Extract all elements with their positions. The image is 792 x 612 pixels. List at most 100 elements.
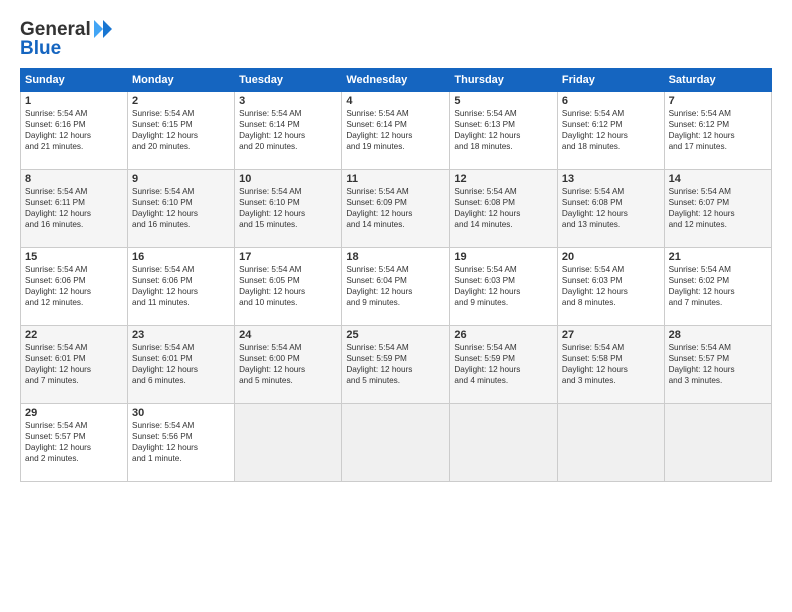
day-number: 7	[669, 95, 767, 107]
cell-details: Sunrise: 5:54 AMSunset: 6:02 PMDaylight:…	[669, 264, 767, 308]
calendar-cell: 9Sunrise: 5:54 AMSunset: 6:10 PMDaylight…	[128, 170, 235, 248]
day-number: 14	[669, 173, 767, 185]
calendar-cell: 20Sunrise: 5:54 AMSunset: 6:03 PMDayligh…	[557, 248, 664, 326]
cell-details: Sunrise: 5:54 AMSunset: 6:06 PMDaylight:…	[25, 264, 123, 308]
day-number: 5	[454, 95, 553, 107]
day-number: 20	[562, 251, 660, 263]
calendar-cell: 21Sunrise: 5:54 AMSunset: 6:02 PMDayligh…	[664, 248, 771, 326]
cell-details: Sunrise: 5:54 AMSunset: 5:57 PMDaylight:…	[25, 420, 123, 464]
cell-details: Sunrise: 5:54 AMSunset: 6:14 PMDaylight:…	[346, 108, 445, 152]
cell-details: Sunrise: 5:54 AMSunset: 6:01 PMDaylight:…	[132, 342, 230, 386]
cell-details: Sunrise: 5:54 AMSunset: 6:14 PMDaylight:…	[239, 108, 337, 152]
calendar-cell: 6Sunrise: 5:54 AMSunset: 6:12 PMDaylight…	[557, 92, 664, 170]
cell-details: Sunrise: 5:54 AMSunset: 5:56 PMDaylight:…	[132, 420, 230, 464]
calendar-week-row: 22Sunrise: 5:54 AMSunset: 6:01 PMDayligh…	[21, 326, 772, 404]
cell-details: Sunrise: 5:54 AMSunset: 6:10 PMDaylight:…	[239, 186, 337, 230]
cell-details: Sunrise: 5:54 AMSunset: 6:12 PMDaylight:…	[669, 108, 767, 152]
calendar-cell: 19Sunrise: 5:54 AMSunset: 6:03 PMDayligh…	[450, 248, 558, 326]
calendar-week-row: 1Sunrise: 5:54 AMSunset: 6:16 PMDaylight…	[21, 92, 772, 170]
cell-details: Sunrise: 5:54 AMSunset: 6:13 PMDaylight:…	[454, 108, 553, 152]
day-number: 11	[346, 173, 445, 185]
calendar-cell: 18Sunrise: 5:54 AMSunset: 6:04 PMDayligh…	[342, 248, 450, 326]
weekday-header: Monday	[128, 69, 235, 92]
day-number: 21	[669, 251, 767, 263]
day-number: 13	[562, 173, 660, 185]
day-number: 4	[346, 95, 445, 107]
calendar-cell: 12Sunrise: 5:54 AMSunset: 6:08 PMDayligh…	[450, 170, 558, 248]
header: General Blue	[20, 18, 772, 60]
calendar-cell: 4Sunrise: 5:54 AMSunset: 6:14 PMDaylight…	[342, 92, 450, 170]
weekday-header: Thursday	[450, 69, 558, 92]
calendar-week-row: 8Sunrise: 5:54 AMSunset: 6:11 PMDaylight…	[21, 170, 772, 248]
calendar-cell: 11Sunrise: 5:54 AMSunset: 6:09 PMDayligh…	[342, 170, 450, 248]
day-number: 24	[239, 329, 337, 341]
day-number: 3	[239, 95, 337, 107]
cell-details: Sunrise: 5:54 AMSunset: 5:59 PMDaylight:…	[454, 342, 553, 386]
cell-details: Sunrise: 5:54 AMSunset: 6:08 PMDaylight:…	[454, 186, 553, 230]
weekday-header: Wednesday	[342, 69, 450, 92]
day-number: 29	[25, 407, 123, 419]
day-number: 6	[562, 95, 660, 107]
cell-details: Sunrise: 5:54 AMSunset: 6:03 PMDaylight:…	[454, 264, 553, 308]
calendar-cell: 22Sunrise: 5:54 AMSunset: 6:01 PMDayligh…	[21, 326, 128, 404]
calendar-cell: 25Sunrise: 5:54 AMSunset: 5:59 PMDayligh…	[342, 326, 450, 404]
day-number: 25	[346, 329, 445, 341]
day-number: 26	[454, 329, 553, 341]
calendar-cell: 7Sunrise: 5:54 AMSunset: 6:12 PMDaylight…	[664, 92, 771, 170]
weekday-header: Tuesday	[235, 69, 342, 92]
logo: General Blue	[20, 18, 114, 60]
calendar-body: 1Sunrise: 5:54 AMSunset: 6:16 PMDaylight…	[21, 92, 772, 482]
day-number: 15	[25, 251, 123, 263]
weekday-header-row: SundayMondayTuesdayWednesdayThursdayFrid…	[21, 69, 772, 92]
day-number: 8	[25, 173, 123, 185]
cell-details: Sunrise: 5:54 AMSunset: 6:06 PMDaylight:…	[132, 264, 230, 308]
cell-details: Sunrise: 5:54 AMSunset: 6:05 PMDaylight:…	[239, 264, 337, 308]
day-number: 19	[454, 251, 553, 263]
logo-icon	[92, 18, 114, 40]
day-number: 9	[132, 173, 230, 185]
calendar-cell: 16Sunrise: 5:54 AMSunset: 6:06 PMDayligh…	[128, 248, 235, 326]
cell-details: Sunrise: 5:54 AMSunset: 6:04 PMDaylight:…	[346, 264, 445, 308]
weekday-header: Saturday	[664, 69, 771, 92]
calendar-cell: 13Sunrise: 5:54 AMSunset: 6:08 PMDayligh…	[557, 170, 664, 248]
day-number: 28	[669, 329, 767, 341]
calendar-cell: 10Sunrise: 5:54 AMSunset: 6:10 PMDayligh…	[235, 170, 342, 248]
day-number: 16	[132, 251, 230, 263]
cell-details: Sunrise: 5:54 AMSunset: 5:59 PMDaylight:…	[346, 342, 445, 386]
calendar-cell: 1Sunrise: 5:54 AMSunset: 6:16 PMDaylight…	[21, 92, 128, 170]
cell-details: Sunrise: 5:54 AMSunset: 6:09 PMDaylight:…	[346, 186, 445, 230]
day-number: 23	[132, 329, 230, 341]
cell-details: Sunrise: 5:54 AMSunset: 6:16 PMDaylight:…	[25, 108, 123, 152]
calendar-cell: 26Sunrise: 5:54 AMSunset: 5:59 PMDayligh…	[450, 326, 558, 404]
cell-details: Sunrise: 5:54 AMSunset: 6:08 PMDaylight:…	[562, 186, 660, 230]
calendar-cell: 8Sunrise: 5:54 AMSunset: 6:11 PMDaylight…	[21, 170, 128, 248]
logo-blue: Blue	[20, 38, 61, 60]
calendar-cell: 28Sunrise: 5:54 AMSunset: 5:57 PMDayligh…	[664, 326, 771, 404]
cell-details: Sunrise: 5:54 AMSunset: 6:15 PMDaylight:…	[132, 108, 230, 152]
calendar-cell: 2Sunrise: 5:54 AMSunset: 6:15 PMDaylight…	[128, 92, 235, 170]
cell-details: Sunrise: 5:54 AMSunset: 5:57 PMDaylight:…	[669, 342, 767, 386]
page: General Blue SundayMondayTuesdayWednesda…	[0, 0, 792, 612]
calendar-cell	[342, 404, 450, 482]
day-number: 2	[132, 95, 230, 107]
calendar-cell: 5Sunrise: 5:54 AMSunset: 6:13 PMDaylight…	[450, 92, 558, 170]
calendar-cell	[235, 404, 342, 482]
day-number: 1	[25, 95, 123, 107]
day-number: 27	[562, 329, 660, 341]
calendar-cell: 14Sunrise: 5:54 AMSunset: 6:07 PMDayligh…	[664, 170, 771, 248]
calendar-cell: 23Sunrise: 5:54 AMSunset: 6:01 PMDayligh…	[128, 326, 235, 404]
calendar-week-row: 15Sunrise: 5:54 AMSunset: 6:06 PMDayligh…	[21, 248, 772, 326]
weekday-header: Sunday	[21, 69, 128, 92]
day-number: 17	[239, 251, 337, 263]
calendar-cell: 3Sunrise: 5:54 AMSunset: 6:14 PMDaylight…	[235, 92, 342, 170]
day-number: 10	[239, 173, 337, 185]
day-number: 12	[454, 173, 553, 185]
cell-details: Sunrise: 5:54 AMSunset: 6:12 PMDaylight:…	[562, 108, 660, 152]
calendar-cell: 30Sunrise: 5:54 AMSunset: 5:56 PMDayligh…	[128, 404, 235, 482]
cell-details: Sunrise: 5:54 AMSunset: 6:03 PMDaylight:…	[562, 264, 660, 308]
cell-details: Sunrise: 5:54 AMSunset: 6:00 PMDaylight:…	[239, 342, 337, 386]
calendar-cell: 27Sunrise: 5:54 AMSunset: 5:58 PMDayligh…	[557, 326, 664, 404]
calendar-week-row: 29Sunrise: 5:54 AMSunset: 5:57 PMDayligh…	[21, 404, 772, 482]
day-number: 18	[346, 251, 445, 263]
calendar-cell	[557, 404, 664, 482]
